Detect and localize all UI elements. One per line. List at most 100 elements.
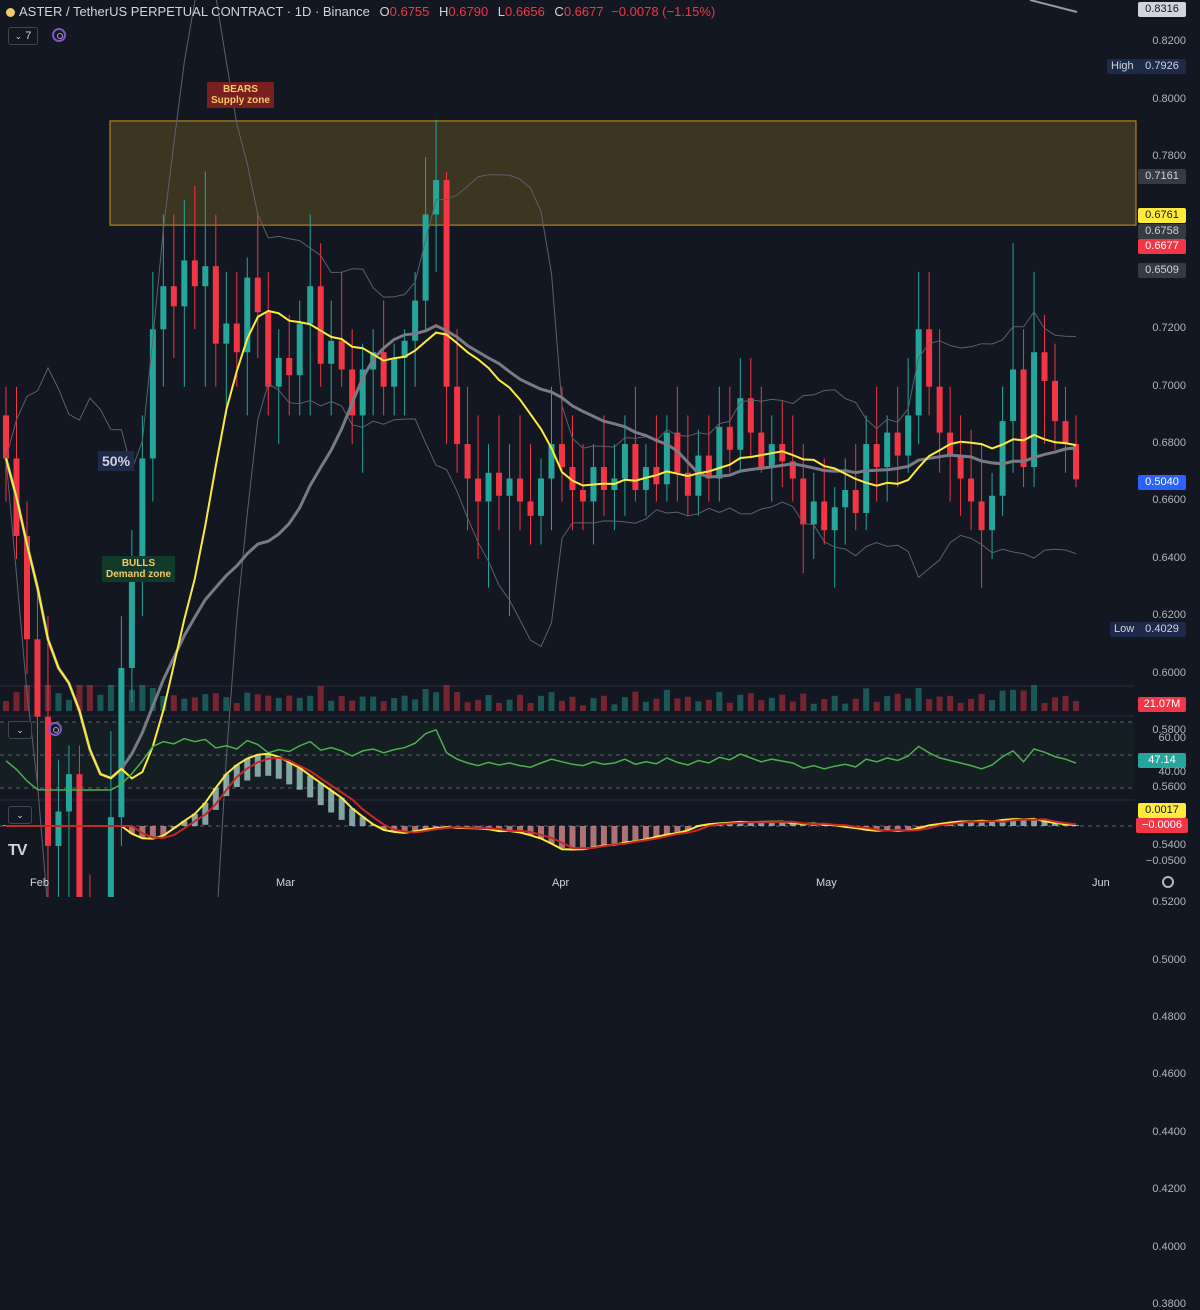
candle-body[interactable]: [422, 214, 429, 301]
candle-body[interactable]: [391, 357, 398, 387]
candle-body[interactable]: [926, 329, 933, 387]
volume-bar: [349, 700, 356, 711]
candle-body[interactable]: [328, 340, 335, 364]
candle-body[interactable]: [160, 286, 167, 330]
candle-body[interactable]: [863, 444, 870, 513]
candle-body[interactable]: [1020, 369, 1027, 468]
bears-supply-zone[interactable]: [109, 120, 1137, 226]
rsi-collapse-button[interactable]: ⌄: [8, 721, 32, 739]
chevron-down-icon: ⌄: [16, 724, 24, 735]
volume-bar: [978, 694, 985, 711]
candle-body[interactable]: [317, 286, 324, 364]
candle-body[interactable]: [149, 329, 156, 459]
candle-body[interactable]: [76, 774, 83, 897]
price-tag-last: 0.6677: [1138, 239, 1186, 254]
candle-body[interactable]: [496, 472, 503, 496]
candle-body[interactable]: [957, 455, 964, 479]
bears-zone-label[interactable]: BEARS Supply zone: [207, 82, 274, 108]
candle-body[interactable]: [716, 426, 723, 479]
candle-body[interactable]: [884, 432, 891, 468]
candle-body[interactable]: [223, 323, 230, 344]
volume-bar: [789, 701, 796, 711]
candle-body[interactable]: [1052, 380, 1059, 422]
candle-body[interactable]: [212, 266, 219, 344]
symbol-title[interactable]: ASTER / TetherUS PERPETUAL CONTRACT · 1D…: [19, 4, 370, 19]
candle-body[interactable]: [936, 386, 943, 433]
volume-bar: [254, 694, 261, 711]
candle-body[interactable]: [485, 472, 492, 502]
candle-body[interactable]: [191, 260, 198, 287]
candle-body[interactable]: [181, 260, 188, 307]
candle-body[interactable]: [852, 490, 859, 513]
candle-body[interactable]: [978, 501, 985, 531]
candle-body[interactable]: [443, 180, 450, 387]
volume-bar: [842, 703, 849, 711]
candle-body[interactable]: [233, 323, 240, 353]
candle-body[interactable]: [810, 501, 817, 525]
volume-bar: [579, 705, 586, 711]
candle-body[interactable]: [873, 444, 880, 468]
volume-bar: [86, 685, 93, 711]
candle-body[interactable]: [768, 444, 775, 468]
candle-body[interactable]: [275, 357, 282, 387]
macd-collapse-button[interactable]: ⌄: [8, 806, 32, 824]
candle-body[interactable]: [55, 811, 62, 846]
candle-body[interactable]: [999, 421, 1006, 496]
candle-body[interactable]: [296, 323, 303, 376]
indicators-toggle[interactable]: ⌄ 7: [8, 27, 38, 45]
candle-body[interactable]: [621, 444, 628, 479]
candle-body[interactable]: [128, 573, 135, 668]
candle-body[interactable]: [1031, 352, 1038, 468]
candle-body[interactable]: [989, 495, 996, 531]
candle-body[interactable]: [454, 386, 461, 445]
candle-body[interactable]: [894, 432, 901, 456]
candle-body[interactable]: [517, 478, 524, 502]
candle-body[interactable]: [464, 444, 471, 479]
candle-body[interactable]: [265, 312, 272, 387]
candle-body[interactable]: [905, 415, 912, 456]
candle-body[interactable]: [475, 478, 482, 502]
candle-body[interactable]: [758, 432, 765, 468]
gear-icon[interactable]: [1162, 876, 1174, 888]
candle-body[interactable]: [338, 340, 345, 370]
candle-body[interactable]: [286, 357, 293, 376]
candle-body[interactable]: [632, 444, 639, 491]
tradingview-logo[interactable]: TV: [8, 842, 27, 860]
candle-body[interactable]: [600, 467, 607, 491]
candle-body[interactable]: [527, 501, 534, 516]
candle-body[interactable]: [202, 266, 209, 287]
volume-bar: [538, 695, 544, 711]
candle-body[interactable]: [663, 432, 670, 485]
candle-body[interactable]: [726, 426, 733, 450]
candle-body[interactable]: [1062, 421, 1069, 445]
candle-body[interactable]: [558, 444, 565, 468]
candle-body[interactable]: [538, 478, 544, 516]
candle-body[interactable]: [380, 352, 387, 387]
candle-body[interactable]: [506, 478, 513, 496]
candle-body[interactable]: [107, 817, 114, 897]
candle-body[interactable]: [747, 398, 754, 433]
sync-icon[interactable]: [52, 28, 66, 42]
candle-body[interactable]: [579, 490, 586, 502]
candle-body[interactable]: [65, 774, 72, 812]
candle-body[interactable]: [170, 286, 177, 307]
macd-histogram-bar: [317, 783, 324, 806]
bulls-zone-label[interactable]: BULLS Demand zone: [102, 556, 176, 582]
rsi-sync-icon[interactable]: [48, 722, 62, 736]
candle-body[interactable]: [800, 478, 807, 525]
trend-line[interactable]: [1029, 0, 1078, 13]
volume-bar: [244, 692, 251, 711]
candle-body[interactable]: [307, 286, 314, 324]
candle-body[interactable]: [915, 329, 922, 416]
candle-body[interactable]: [821, 501, 828, 531]
candle-body[interactable]: [254, 277, 261, 313]
candle-body[interactable]: [1010, 369, 1017, 422]
candle-body[interactable]: [842, 490, 849, 508]
candle-body[interactable]: [831, 507, 838, 531]
candle-body[interactable]: [968, 478, 975, 502]
volume-bar: [831, 695, 838, 711]
candle-body[interactable]: [1041, 352, 1048, 381]
time-axis-apr: Apr: [552, 877, 570, 889]
price-chart-canvas[interactable]: [0, 0, 1200, 897]
fifty-percent-label[interactable]: 50%: [98, 451, 135, 471]
